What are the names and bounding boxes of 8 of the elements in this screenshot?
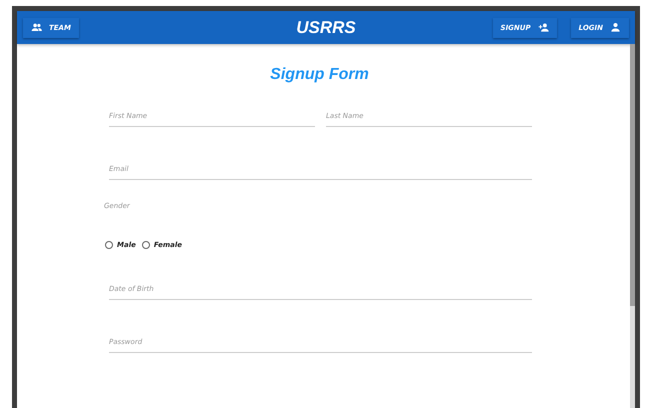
radio-button[interactable] bbox=[105, 241, 113, 249]
radio-button[interactable] bbox=[142, 241, 150, 249]
form-title: Signup Form bbox=[269, 66, 370, 85]
scrollbar-thumb[interactable] bbox=[630, 44, 635, 306]
add-person-icon bbox=[538, 22, 549, 33]
app-title: USRRS bbox=[296, 18, 356, 38]
person-icon bbox=[610, 22, 621, 33]
group-icon bbox=[31, 22, 42, 33]
